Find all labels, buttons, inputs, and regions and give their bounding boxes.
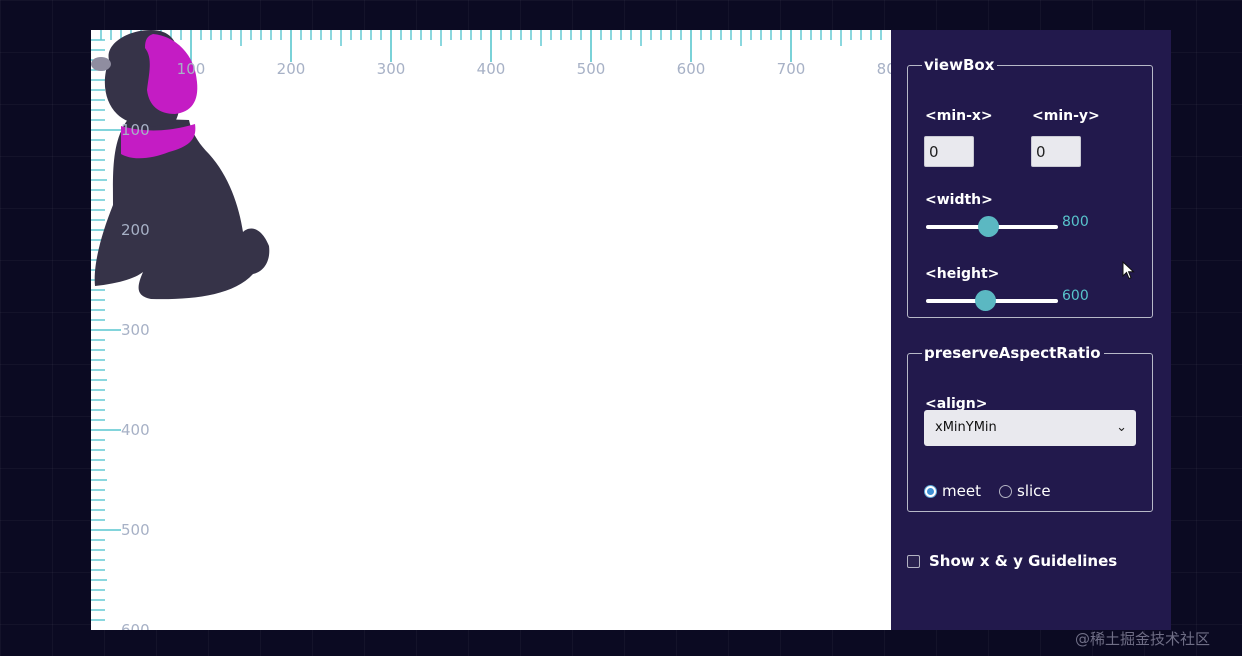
align-select[interactable]: xMinYMin ⌄ [924, 410, 1136, 446]
guidelines-label[interactable]: Show x & y Guidelines [929, 552, 1117, 570]
meet-label[interactable]: meet [942, 482, 981, 500]
preserve-aspect-ratio-legend: preserveAspectRatio [924, 344, 1101, 362]
ruler-y-label: 600 [121, 621, 150, 630]
meet-option[interactable]: meet [924, 482, 981, 500]
viewbox-legend: viewBox [924, 56, 995, 74]
width-value: 800 [1062, 214, 1089, 230]
ruler-y-label: 100 [121, 121, 150, 139]
ruler-y-label: 400 [121, 421, 150, 439]
ruler-x-label: 700 [777, 60, 806, 78]
slice-radio[interactable] [999, 484, 1012, 498]
width-slider-thumb[interactable] [978, 216, 1000, 237]
ruler-x-label: 100 [177, 60, 206, 78]
ruler-x-label: 300 [377, 60, 406, 78]
mouse-cursor-icon [1122, 261, 1135, 280]
min-y-label: <min-y> [1032, 108, 1100, 124]
height-value: 600 [1062, 288, 1089, 304]
ruler-ticks [91, 30, 882, 621]
ruler-labels: 100 200 300 400 500 600 700 800 100 200 300 400 500 6… [121, 60, 891, 630]
height-slider-thumb[interactable] [975, 290, 997, 311]
ruler-y-label: 500 [121, 521, 150, 539]
ruler-x-label: 400 [477, 60, 506, 78]
ruler-x-label: 500 [577, 60, 606, 78]
align-selected-value: xMinYMin [935, 420, 997, 435]
slice-label[interactable]: slice [1017, 482, 1051, 500]
ruler-x-label: 600 [677, 60, 706, 78]
meet-radio[interactable] [924, 484, 937, 498]
ruler-x-label: 800 [877, 60, 891, 78]
ruler-y-label: 200 [121, 221, 150, 239]
guidelines-checkbox[interactable] [907, 554, 920, 568]
watermark: @稀土掘金技术社区 [1075, 630, 1211, 648]
preserve-aspect-ratio-fieldset: preserveAspectRatio <align> xMinYMin ⌄ m… [907, 344, 1153, 512]
control-panel: viewBox <min-x> <min-y> <width> 800 <hei… [891, 30, 1171, 630]
svg-canvas: 100 200 300 400 500 600 700 800 100 200 300 400 500 6… [91, 30, 891, 630]
height-slider[interactable] [926, 290, 1058, 311]
slice-option[interactable]: slice [999, 482, 1051, 500]
min-x-label: <min-x> [925, 108, 993, 124]
ruler-x-label: 200 [277, 60, 306, 78]
width-slider[interactable] [926, 216, 1058, 237]
width-label: <width> [925, 192, 993, 208]
min-y-input[interactable] [1031, 136, 1081, 167]
guidelines-toggle[interactable]: Show x & y Guidelines [907, 552, 1117, 570]
ruler-y-label: 300 [121, 321, 150, 339]
dog-nose [91, 57, 111, 71]
height-label: <height> [925, 266, 1000, 282]
ruler-canvas: 100 200 300 400 500 600 700 800 100 200 300 400 500 6… [91, 30, 891, 630]
min-x-input[interactable] [924, 136, 974, 167]
viewbox-fieldset: viewBox <min-x> <min-y> <width> 800 <hei… [907, 56, 1153, 318]
chevron-down-icon: ⌄ [1116, 420, 1127, 435]
